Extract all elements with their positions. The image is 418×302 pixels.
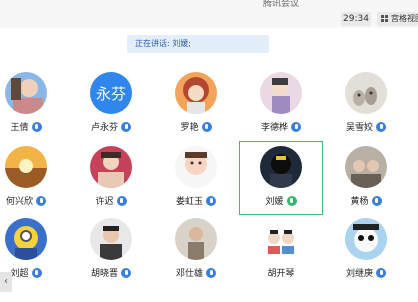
participant-name: 李德桦 bbox=[260, 123, 288, 133]
participant-name: 卢永芬 bbox=[90, 123, 118, 133]
avatar bbox=[260, 218, 302, 260]
mic-icon bbox=[291, 122, 301, 132]
grid-view-label: 宫格视图 bbox=[391, 14, 418, 23]
avatar bbox=[260, 72, 302, 114]
mic-icon bbox=[376, 122, 386, 132]
participant-name: 王倩 bbox=[10, 123, 29, 133]
participant-tile[interactable]: 胡晓晋 bbox=[69, 218, 153, 292]
mic-icon bbox=[31, 122, 42, 132]
avatar bbox=[175, 218, 217, 260]
participant-tile[interactable]: 王倩 bbox=[0, 72, 68, 146]
participant-name: 刘媛 bbox=[265, 197, 284, 207]
avatar bbox=[345, 146, 387, 188]
avatar bbox=[5, 218, 47, 260]
participant-name: 邓仕雄 bbox=[175, 269, 203, 279]
avatar bbox=[175, 146, 217, 188]
participant-tile[interactable]: 刘继庚 bbox=[324, 218, 408, 292]
participant-tile[interactable]: 许迟 bbox=[69, 146, 153, 220]
avatar bbox=[5, 146, 47, 188]
mic-icon bbox=[206, 196, 216, 206]
participant-name: 许迟 bbox=[95, 197, 114, 207]
participant-name: 刘继庚 bbox=[345, 269, 373, 279]
mic-icon bbox=[371, 196, 382, 206]
avatar bbox=[345, 218, 387, 260]
mic-icon bbox=[36, 196, 46, 206]
avatar bbox=[345, 72, 387, 114]
participant-tile[interactable]: 娄虹玉 bbox=[154, 146, 238, 220]
participant-tile[interactable]: 罗艳 bbox=[154, 72, 238, 146]
participant-tile-active-speaker[interactable]: 刘媛 bbox=[239, 141, 323, 215]
participant-name: 罗艳 bbox=[180, 123, 199, 133]
avatar bbox=[90, 218, 132, 260]
mic-active-icon bbox=[286, 196, 297, 206]
mic-icon bbox=[116, 196, 127, 206]
mic-icon bbox=[121, 122, 131, 132]
participant-tile[interactable]: 何兴欣 bbox=[0, 146, 68, 220]
participant-tile[interactable]: 李德桦 bbox=[239, 72, 323, 146]
participant-name: 吴雪姣 bbox=[345, 123, 373, 133]
participant-name: 刘超 bbox=[10, 269, 29, 279]
avatar bbox=[175, 72, 217, 114]
mic-icon bbox=[121, 268, 131, 278]
avatar-initials: 永芬 bbox=[90, 72, 132, 114]
avatar bbox=[5, 72, 47, 114]
participant-name: 娄虹玉 bbox=[175, 197, 203, 207]
avatar bbox=[260, 146, 302, 188]
avatar bbox=[90, 146, 132, 188]
mic-icon bbox=[206, 268, 216, 278]
speaking-indicator: 正在讲话: 刘媛; bbox=[127, 35, 269, 53]
participant-tile[interactable]: 胡开琴 bbox=[239, 218, 323, 292]
grid-view-icon bbox=[381, 15, 388, 22]
meeting-timer: 29:34 bbox=[341, 12, 371, 26]
participant-tile[interactable]: 永芬 卢永芬 bbox=[69, 72, 153, 146]
window-title: 腾讯会议 bbox=[263, 0, 300, 9]
top-bar: 腾讯会议 29:34 宫格视图 bbox=[0, 0, 418, 28]
participant-name: 胡开琴 bbox=[267, 269, 295, 279]
participant-tile[interactable]: 黄杨 bbox=[324, 146, 408, 220]
scroll-left-button[interactable]: ‹ bbox=[0, 272, 12, 292]
mic-icon bbox=[201, 122, 212, 132]
participant-tile[interactable]: 邓仕雄 bbox=[154, 218, 238, 292]
mic-icon bbox=[376, 268, 386, 278]
participant-name: 胡晓晋 bbox=[90, 269, 118, 279]
participant-name: 何兴欣 bbox=[5, 197, 33, 207]
participant-name: 黄杨 bbox=[350, 197, 369, 207]
grid-view-button[interactable]: 宫格视图 bbox=[377, 12, 418, 26]
avatar: 永芬 bbox=[90, 72, 132, 114]
mic-icon bbox=[31, 268, 42, 278]
participant-tile[interactable]: 吴雪姣 bbox=[324, 72, 408, 146]
